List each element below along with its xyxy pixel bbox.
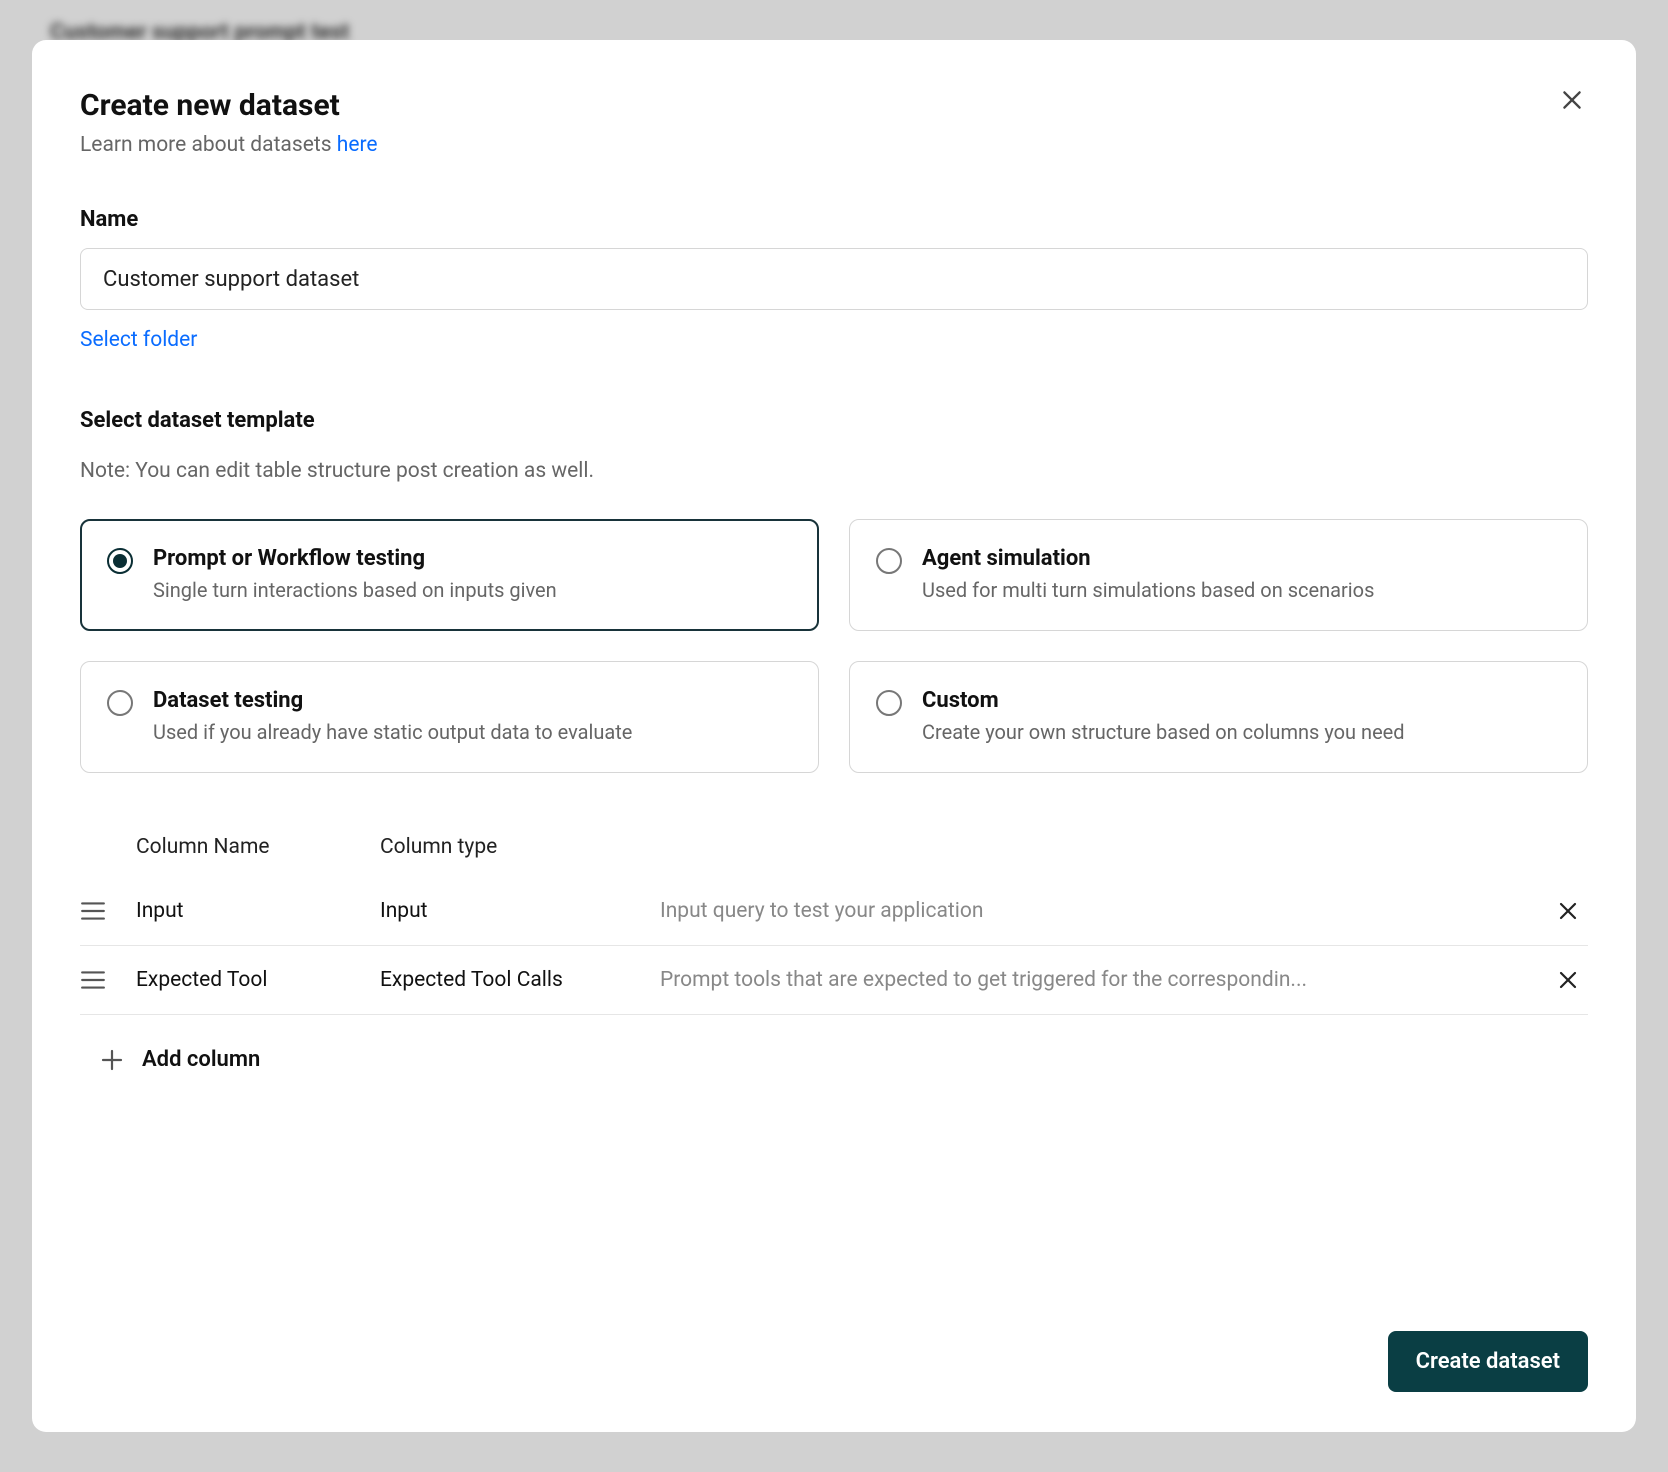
drag-handle[interactable] [80,900,136,922]
template-section-title: Select dataset template [80,408,1588,433]
template-label: Custom [922,688,1561,713]
radio-icon [107,690,133,716]
plus-icon [100,1048,124,1072]
template-label: Dataset testing [153,688,792,713]
template-desc: Single turn interactions based on inputs… [153,577,792,604]
close-icon [1556,899,1580,923]
template-grid: Prompt or Workflow testing Single turn i… [80,519,1588,773]
template-section: Select dataset template Note: You can ed… [80,408,1588,773]
select-folder-link[interactable]: Select folder [80,328,197,352]
create-dataset-button[interactable]: Create dataset [1388,1331,1588,1392]
modal-subtitle-text: Learn more about datasets [80,133,337,157]
template-text: Agent simulation Used for multi turn sim… [922,546,1561,604]
modal-title: Create new dataset [80,88,378,123]
remove-column-button[interactable] [1548,899,1588,923]
template-section-note: Note: You can edit table structure post … [80,459,1588,483]
template-text: Dataset testing Used if you already have… [153,688,792,746]
column-type: Expected Tool Calls [380,968,660,992]
radio-icon [876,690,902,716]
column-desc: Input query to test your application [660,899,1548,923]
column-type: Input [380,899,660,923]
column-row: Input Input Input query to test your app… [80,877,1588,946]
template-text: Custom Create your own structure based o… [922,688,1561,746]
template-label: Agent simulation [922,546,1561,571]
remove-column-button[interactable] [1548,968,1588,992]
name-field-group: Name Select folder [80,207,1588,352]
create-dataset-modal: Create new dataset Learn more about data… [32,40,1636,1432]
column-header-type: Column type [380,835,660,859]
add-column-button[interactable]: Add column [100,1047,260,1072]
name-label: Name [80,207,1588,232]
add-column-label: Add column [142,1047,260,1072]
column-name: Expected Tool [136,968,380,992]
drag-icon [80,900,106,922]
template-desc: Used if you already have static output d… [153,719,792,746]
modal-footer: Create dataset [80,1301,1588,1392]
columns-header: Column Name Column type [80,823,1588,877]
template-label: Prompt or Workflow testing [153,546,792,571]
drag-handle[interactable] [80,969,136,991]
column-row: Expected Tool Expected Tool Calls Prompt… [80,946,1588,1015]
dataset-name-input[interactable] [80,248,1588,310]
template-text: Prompt or Workflow testing Single turn i… [153,546,792,604]
template-desc: Create your own structure based on colum… [922,719,1561,746]
template-option-prompt-workflow[interactable]: Prompt or Workflow testing Single turn i… [80,519,819,631]
template-desc: Used for multi turn simulations based on… [922,577,1561,604]
learn-more-link[interactable]: here [337,133,378,157]
column-name: Input [136,899,380,923]
column-header-name: Column Name [80,835,380,859]
template-option-dataset-testing[interactable]: Dataset testing Used if you already have… [80,661,819,773]
template-option-agent-simulation[interactable]: Agent simulation Used for multi turn sim… [849,519,1588,631]
modal-header: Create new dataset Learn more about data… [80,88,1588,157]
close-icon [1556,968,1580,992]
radio-icon [876,548,902,574]
template-option-custom[interactable]: Custom Create your own structure based o… [849,661,1588,773]
close-button[interactable] [1556,84,1588,116]
modal-titles: Create new dataset Learn more about data… [80,88,378,157]
close-icon [1559,87,1585,113]
modal-subtitle: Learn more about datasets here [80,133,378,157]
column-desc: Prompt tools that are expected to get tr… [660,968,1548,992]
radio-icon [107,548,133,574]
columns-area: Column Name Column type Input Input Inpu… [80,823,1588,1076]
drag-icon [80,969,106,991]
